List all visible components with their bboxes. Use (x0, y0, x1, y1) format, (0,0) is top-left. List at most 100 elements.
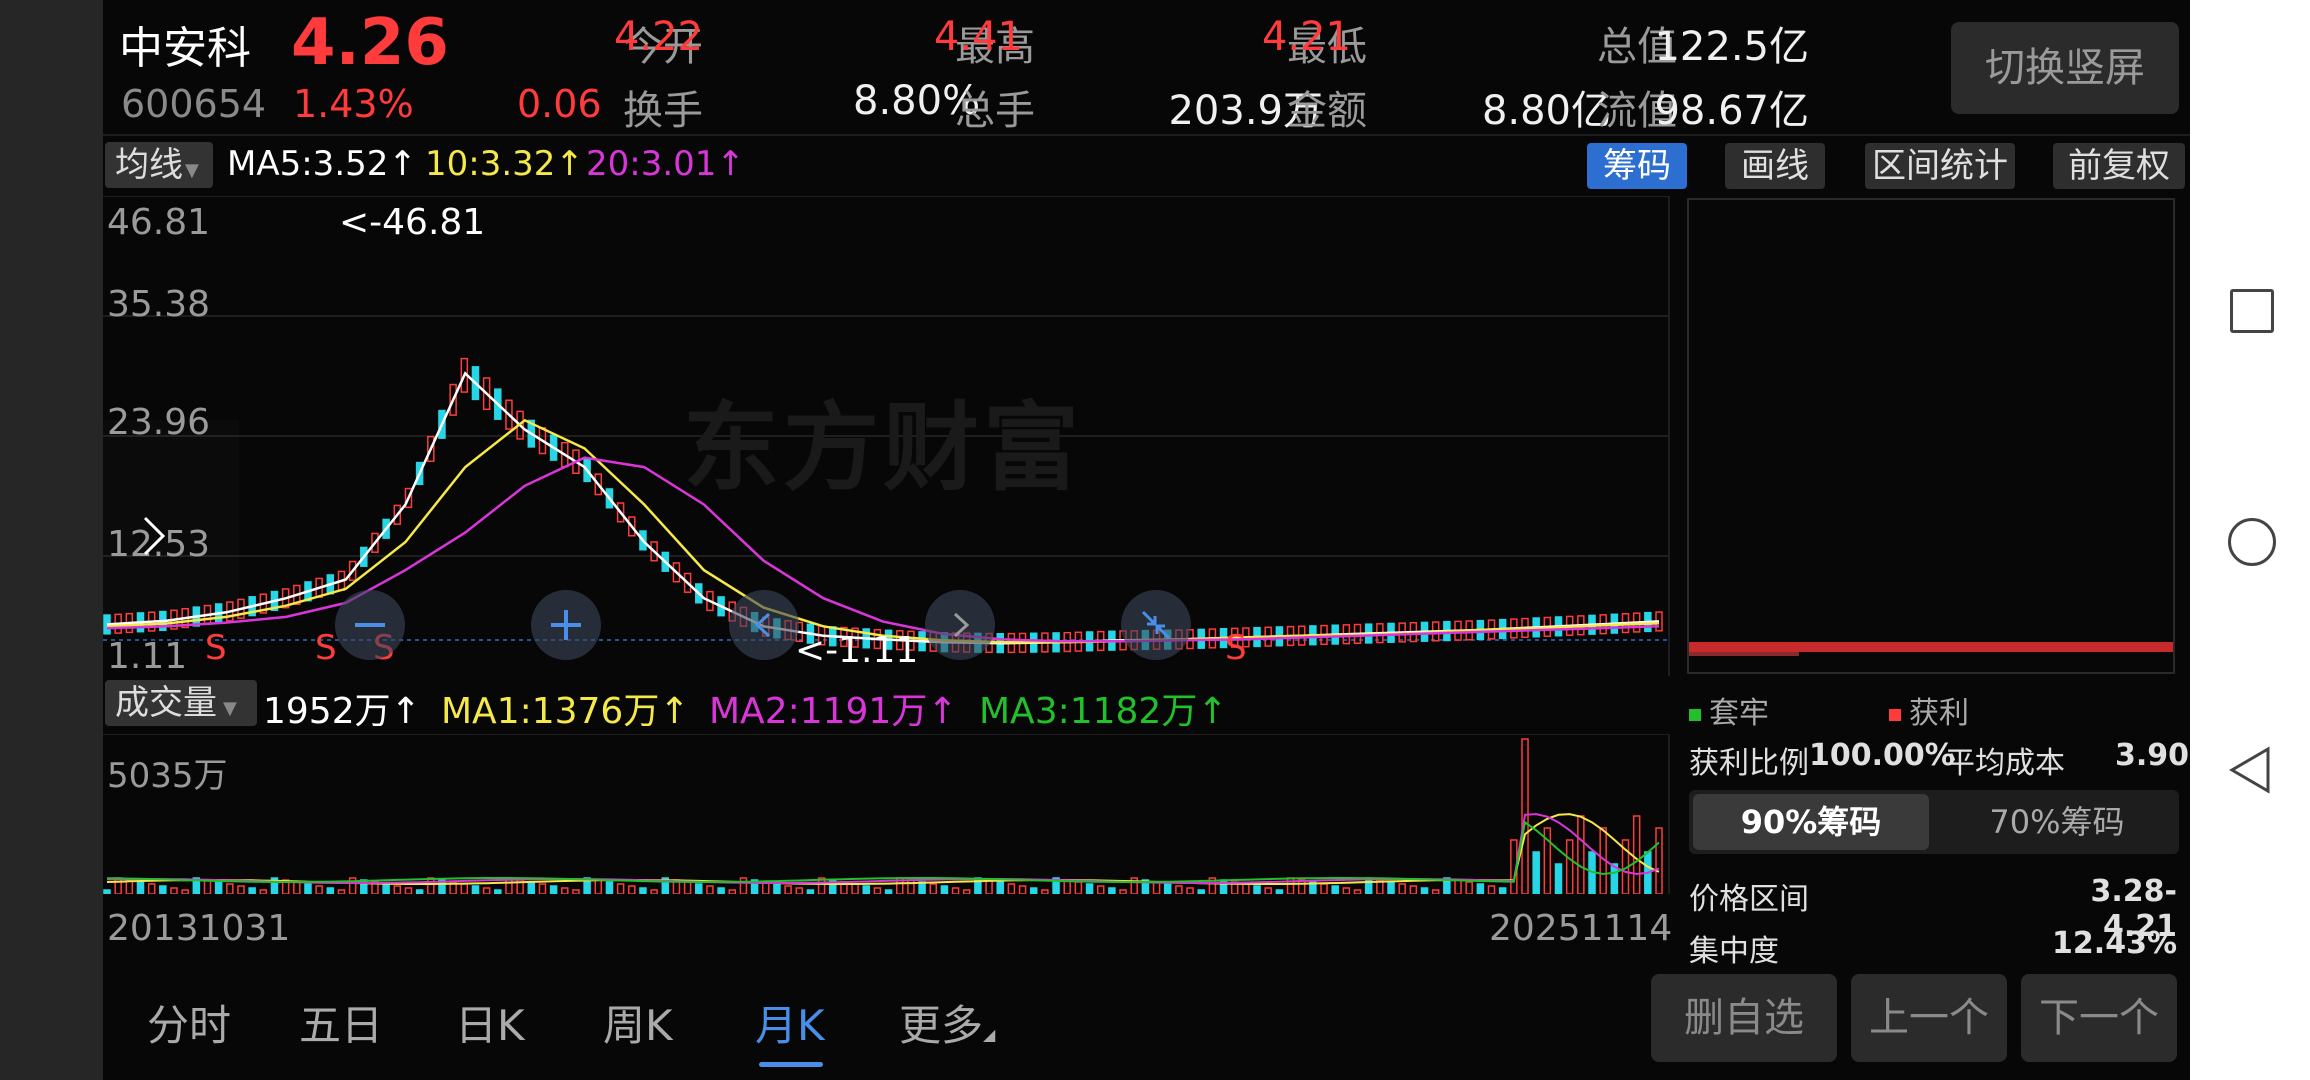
legend-profit: 获利 (1889, 688, 1969, 732)
volume-bar (996, 881, 1004, 894)
volume-bar (482, 887, 491, 894)
volume-bar (739, 877, 748, 894)
left-bezel (0, 0, 103, 1080)
tab-weekly[interactable]: 周K (603, 992, 673, 1053)
volume-bar (951, 887, 960, 894)
volume-bar (1364, 877, 1373, 894)
chip-tab-90[interactable]: 90%筹码 (1693, 794, 1929, 850)
volume-bar (304, 883, 312, 894)
volume-bar (728, 889, 737, 894)
volume-bar (1554, 863, 1563, 894)
price-tick-1: 46.81 (107, 202, 211, 243)
volume-bar (382, 883, 390, 894)
quote-value-float: 98.67亿 (1654, 88, 1809, 134)
ma-select[interactable]: 均线 ▼ (105, 142, 213, 188)
tab-monthly[interactable]: 月K (755, 992, 825, 1053)
chip-tab-70[interactable]: 70%筹码 (1939, 794, 2175, 850)
next-stock-button[interactable]: 下一个 (2021, 974, 2177, 1062)
remove-watchlist-button[interactable]: 删自选 (1651, 974, 1837, 1062)
expand-left-handle[interactable] (103, 420, 239, 620)
volume-bar (1119, 889, 1127, 894)
volume-bar (237, 885, 245, 894)
profit-ratio-value: 100.00% (1809, 738, 1955, 773)
tab-five-day[interactable]: 五日 (299, 992, 383, 1053)
sell-mark: S (205, 628, 227, 668)
watermark: 东方财富 (683, 392, 1083, 504)
stock-price: 4.26 (291, 6, 449, 80)
quote-label-amount: 金额 (1287, 88, 1367, 134)
draw-line-button[interactable]: 画线 (1725, 143, 1825, 189)
switch-portrait-button[interactable]: 切换竖屏 (1951, 22, 2179, 114)
tab-intraday[interactable]: 分时 (147, 992, 231, 1053)
volume-bar (147, 883, 156, 894)
price-tick-5: 1.11 (107, 636, 188, 677)
volume-bar (1565, 839, 1574, 894)
previous-stock-button[interactable]: 上一个 (1851, 974, 2007, 1062)
compress-icon (1141, 610, 1171, 640)
volume-bars (103, 738, 1663, 894)
android-nav-bar (2190, 0, 2310, 1080)
volume-bar (1320, 883, 1328, 894)
volume-indicator-select[interactable]: 成交量 ▼ (105, 680, 257, 726)
volume-select-label: 成交量 (115, 683, 217, 723)
volume-bar (248, 887, 256, 894)
volume-ma1: MA1:1376万↑ (441, 691, 690, 732)
reset-zoom-button[interactable] (1121, 590, 1191, 660)
volume-bar (1420, 887, 1429, 894)
volume-bar (1297, 879, 1306, 894)
volume-bar (572, 889, 580, 894)
ma5-readout: MA5:3.52↑ (227, 144, 417, 184)
volume-bar (1275, 889, 1284, 894)
volume-ma-line (106, 820, 1660, 883)
volume-bar (136, 881, 145, 894)
scroll-left-button[interactable] (729, 590, 799, 660)
volume-bar (873, 887, 882, 894)
quote-value-open: 4.22 (613, 14, 703, 60)
chip-bar (1689, 652, 1799, 656)
volume-bar (616, 883, 625, 894)
chip-button[interactable]: 筹码 (1587, 143, 1687, 189)
volume-bar (1108, 887, 1116, 894)
header-divider (103, 134, 2190, 136)
volume-bar (103, 889, 111, 894)
range-stats-button[interactable]: 区间统计 (1865, 143, 2015, 189)
volume-chart[interactable] (103, 734, 1673, 894)
volume-bar (494, 889, 502, 894)
chevron-right-icon (143, 516, 166, 556)
volume-bar (226, 883, 234, 894)
profit-ratio-label: 获利比例 (1689, 746, 1809, 781)
volume-bar (1331, 885, 1339, 894)
concentration-label: 集中度 (1689, 934, 1779, 969)
minus-icon (355, 623, 385, 627)
volume-bar (1454, 879, 1462, 894)
corner-triangle-icon: ◢ (983, 1025, 996, 1044)
back-icon[interactable] (2228, 745, 2272, 795)
volume-bar (538, 883, 547, 894)
volume-ma3: MA3:1182万↑ (979, 691, 1228, 732)
volume-bar (1018, 885, 1027, 894)
volume-bar (628, 885, 636, 894)
quote-value-turnover: 8.80% (853, 78, 981, 124)
volume-bar (1353, 889, 1362, 894)
stock-code: 600654 (121, 82, 267, 126)
volume-bar (415, 889, 424, 894)
sell-mark: S (1225, 628, 1247, 668)
volume-bar (851, 883, 859, 894)
volume-bar (940, 885, 949, 894)
quote-label-volume: 总手 (955, 88, 1035, 134)
volume-bar (1655, 827, 1663, 894)
ma-select-label: 均线 (115, 145, 183, 185)
tab-daily[interactable]: 日K (455, 992, 525, 1053)
volume-bar (1487, 885, 1496, 894)
chip-bar (1689, 642, 2173, 652)
zoom-in-button[interactable] (531, 590, 601, 660)
home-icon[interactable] (2228, 518, 2276, 566)
tab-more[interactable]: 更多◢ (899, 992, 995, 1053)
adjust-button[interactable]: 前复权 (2053, 143, 2185, 189)
recent-apps-icon[interactable] (2230, 289, 2274, 333)
volume-bar (1007, 883, 1016, 894)
volume-bar (1029, 887, 1038, 894)
scroll-right-button[interactable] (925, 590, 995, 660)
avg-cost-value: 3.90 (2115, 738, 2190, 773)
zoom-out-button[interactable] (335, 590, 405, 660)
